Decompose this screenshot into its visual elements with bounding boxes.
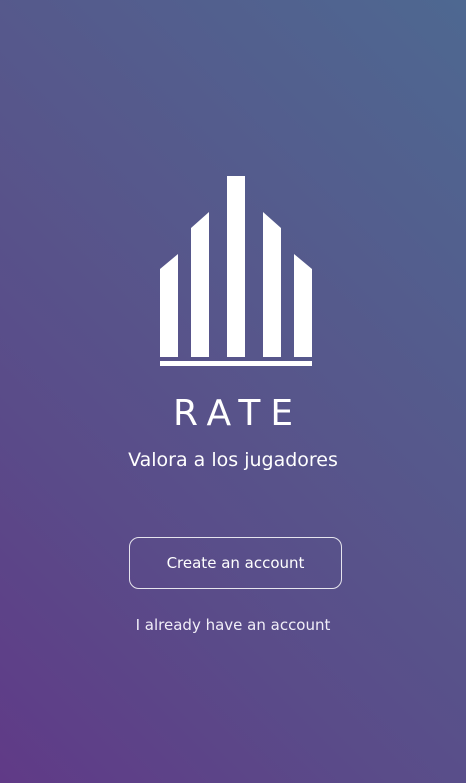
logo-base-line xyxy=(160,361,312,366)
bar-chart-logo-icon xyxy=(160,176,312,366)
create-account-label: Create an account xyxy=(166,554,305,572)
app-name: RATE xyxy=(172,393,304,434)
logo-bar-2 xyxy=(191,212,209,357)
create-account-button[interactable]: Create an account xyxy=(129,537,342,589)
logo-bar-4 xyxy=(263,212,281,357)
login-link[interactable]: I already have an account xyxy=(0,614,466,636)
logo-bar-5 xyxy=(294,254,312,357)
tagline: Valora a los jugadores xyxy=(128,449,338,471)
logo-bar-3 xyxy=(227,176,245,357)
welcome-screen: RATE Valora a los jugadores Create an ac… xyxy=(0,0,466,783)
logo-bar-1 xyxy=(160,254,178,357)
